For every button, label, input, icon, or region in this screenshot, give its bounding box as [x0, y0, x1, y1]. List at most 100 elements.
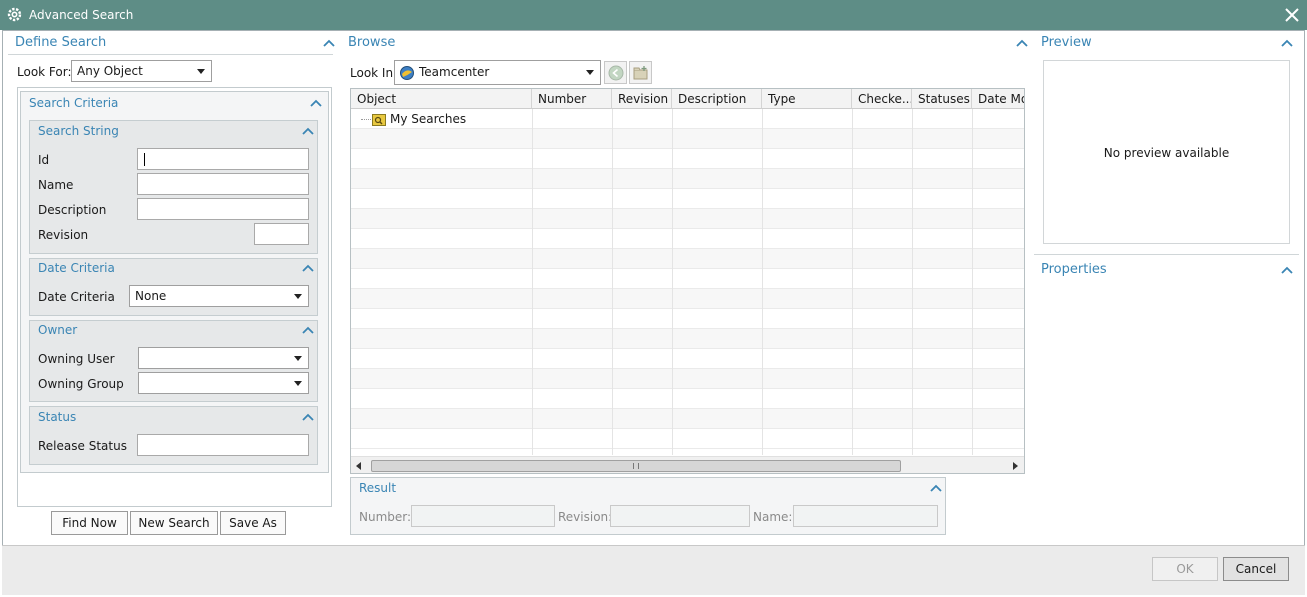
table-row	[351, 209, 1024, 229]
id-label: Id	[38, 153, 50, 167]
table-row	[351, 389, 1024, 409]
column-header-statuses[interactable]: Statuses	[912, 89, 972, 109]
date-criteria-title: Date Criteria	[38, 261, 115, 275]
result-name-label: Name:	[753, 510, 793, 524]
owning-user-label: Owning User	[38, 352, 115, 366]
result-title: Result	[359, 481, 397, 495]
divider	[1034, 254, 1299, 255]
release-status-field[interactable]	[137, 434, 309, 456]
name-label: Name	[38, 178, 74, 192]
browse-title: Browse	[348, 35, 396, 50]
revision-field[interactable]	[254, 223, 309, 245]
chevron-down-icon	[586, 70, 594, 75]
column-header-date-modified[interactable]: Date Mo	[972, 89, 1024, 109]
date-criteria-value: None	[135, 289, 167, 303]
define-search-title: Define Search	[15, 35, 107, 50]
search-criteria-title: Search Criteria	[29, 96, 119, 110]
table-row	[351, 229, 1024, 249]
new-folder-button[interactable]	[629, 61, 652, 84]
table-row	[351, 329, 1024, 349]
column-header-revision[interactable]: Revision	[612, 89, 672, 109]
look-for-label: Look For:	[17, 65, 72, 79]
table-row	[351, 269, 1024, 289]
column-divider	[972, 109, 973, 455]
window-title: Advanced Search	[29, 8, 134, 22]
no-preview-text: No preview available	[1103, 146, 1230, 160]
collapse-chevron-icon[interactable]	[302, 326, 314, 334]
collapse-chevron-icon[interactable]	[302, 127, 314, 135]
search-string-title: Search String	[38, 124, 119, 138]
tree-item-my-searches[interactable]: My Searches	[390, 112, 466, 126]
look-in-dropdown[interactable]: Teamcenter	[394, 60, 601, 85]
collapse-chevron-icon[interactable]	[323, 39, 335, 47]
chevron-down-icon	[197, 69, 205, 74]
column-divider	[672, 109, 673, 455]
scroll-right-icon[interactable]	[1013, 462, 1018, 470]
table-row	[351, 189, 1024, 209]
column-header-description[interactable]: Description	[672, 89, 762, 109]
scrollbar-thumb[interactable]	[371, 460, 901, 472]
scroll-left-icon[interactable]	[356, 462, 361, 470]
collapse-chevron-icon[interactable]	[302, 413, 314, 421]
collapse-chevron-icon[interactable]	[1016, 39, 1028, 47]
column-divider	[912, 109, 913, 455]
new-search-button[interactable]: New Search	[130, 511, 218, 535]
text-cursor	[144, 153, 145, 166]
preview-title: Preview	[1041, 35, 1092, 50]
column-header-type[interactable]: Type	[762, 89, 852, 109]
title-bar: Advanced Search	[0, 0, 1307, 30]
id-field[interactable]	[137, 148, 309, 170]
collapse-chevron-icon[interactable]	[1281, 39, 1293, 47]
look-for-dropdown[interactable]: Any Object	[71, 60, 212, 82]
teamcenter-icon	[399, 65, 415, 81]
result-revision-field	[610, 505, 750, 527]
table-row	[351, 289, 1024, 309]
column-divider	[762, 109, 763, 455]
cancel-button[interactable]: Cancel	[1223, 557, 1289, 581]
divider	[8, 54, 333, 55]
tree-connector	[361, 119, 371, 120]
owning-user-dropdown[interactable]	[138, 347, 309, 369]
close-icon[interactable]	[1282, 5, 1302, 25]
revision-label: Revision	[38, 228, 89, 242]
table-row	[351, 169, 1024, 189]
date-criteria-dropdown[interactable]: None	[129, 285, 309, 307]
look-in-label: Look In	[350, 66, 394, 80]
look-for-value: Any Object	[77, 64, 143, 78]
chevron-down-icon	[294, 356, 302, 361]
find-now-button[interactable]: Find Now	[51, 511, 128, 535]
collapse-chevron-icon[interactable]	[1281, 266, 1293, 274]
owner-title: Owner	[38, 323, 78, 337]
column-divider	[532, 109, 533, 455]
collapse-chevron-icon[interactable]	[310, 99, 322, 107]
collapse-chevron-icon[interactable]	[930, 484, 942, 492]
dialog-footer	[2, 545, 1305, 595]
back-icon	[608, 65, 624, 84]
horizontal-scrollbar[interactable]	[351, 456, 1024, 473]
name-field[interactable]	[137, 173, 309, 195]
table-row	[351, 349, 1024, 369]
save-as-button[interactable]: Save As	[220, 511, 286, 535]
table-row[interactable]: My Searches	[351, 109, 1024, 129]
ok-button[interactable]: OK	[1152, 557, 1218, 581]
table-row	[351, 429, 1024, 449]
owning-group-dropdown[interactable]	[138, 372, 309, 394]
preview-area: No preview available	[1043, 60, 1290, 244]
look-in-value: Teamcenter	[419, 65, 490, 79]
collapse-chevron-icon[interactable]	[302, 264, 314, 272]
column-divider	[612, 109, 613, 455]
grip-icon	[633, 463, 639, 469]
gear-icon[interactable]	[6, 6, 23, 23]
properties-title: Properties	[1041, 262, 1107, 277]
folder-new-icon	[633, 65, 649, 84]
description-field[interactable]	[137, 198, 309, 220]
chevron-down-icon	[294, 294, 302, 299]
column-header-object[interactable]: Object	[351, 89, 532, 109]
column-header-number[interactable]: Number	[532, 89, 612, 109]
column-header-checked-out[interactable]: Checke...	[852, 89, 912, 109]
browse-table: Object Number Revision Description Type …	[350, 88, 1025, 474]
table-row	[351, 129, 1024, 149]
table-row	[351, 149, 1024, 169]
back-button[interactable]	[604, 61, 627, 84]
table-row	[351, 249, 1024, 269]
